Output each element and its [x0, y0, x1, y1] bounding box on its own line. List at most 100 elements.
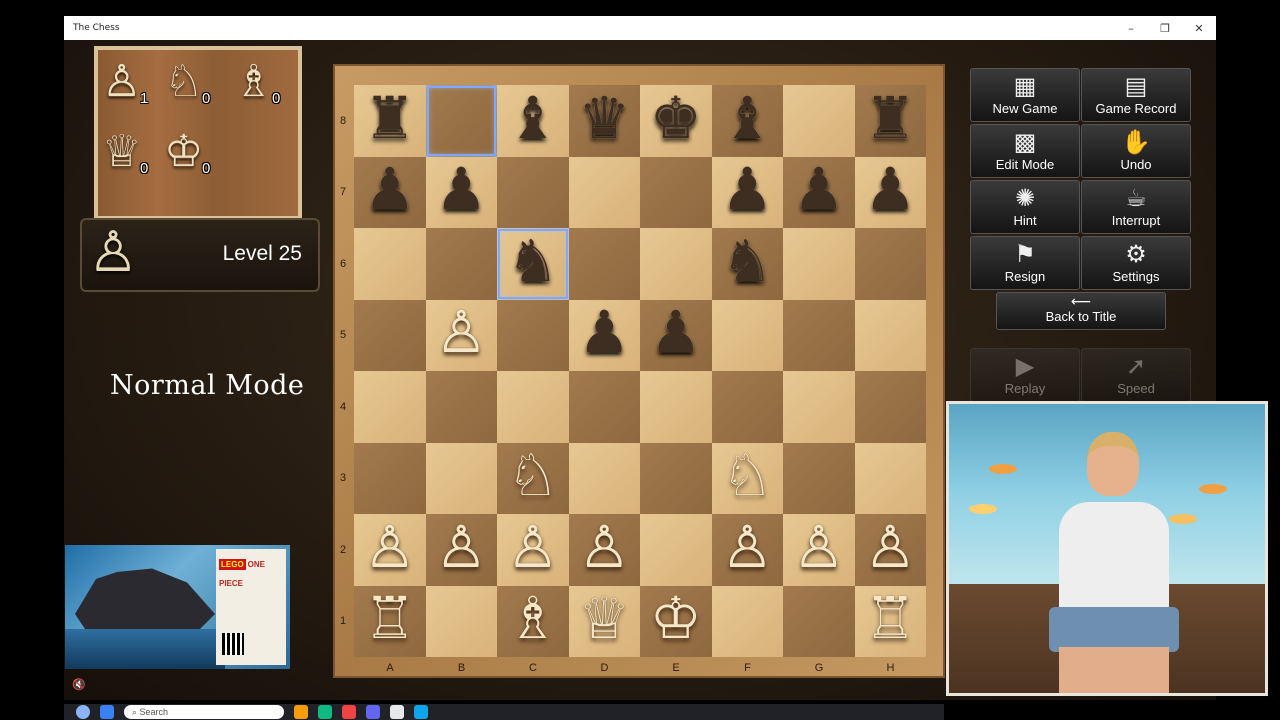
square-g1[interactable]	[783, 585, 855, 657]
square-b2[interactable]: ♙	[425, 514, 497, 586]
app-icon[interactable]	[366, 705, 380, 719]
resign-button[interactable]: ⚑ Resign	[970, 236, 1080, 290]
new-game-button[interactable]: ▦ New Game	[970, 68, 1080, 122]
square-e3[interactable]	[640, 442, 712, 514]
black-piece[interactable]: ♞	[507, 232, 559, 290]
square-b8[interactable]	[425, 85, 497, 157]
settings-button[interactable]: ⚙ Settings	[1081, 236, 1191, 290]
square-c5[interactable]	[497, 299, 569, 371]
square-b6[interactable]	[425, 228, 497, 300]
square-a6[interactable]: 6	[340, 228, 426, 300]
square-f5[interactable]	[711, 299, 783, 371]
square-a3[interactable]: 3	[340, 442, 426, 514]
square-h5[interactable]	[854, 299, 926, 371]
square-h3[interactable]	[854, 442, 926, 514]
interrupt-button[interactable]: ☕ Interrupt	[1081, 180, 1191, 234]
start-orb-icon[interactable]	[76, 705, 90, 719]
square-g8[interactable]	[783, 85, 855, 157]
black-piece[interactable]: ♟	[793, 160, 845, 218]
square-b7[interactable]: ♟	[425, 156, 497, 228]
white-piece[interactable]: ♙	[435, 303, 487, 361]
square-d2[interactable]: ♙	[568, 514, 640, 586]
white-piece[interactable]: ♙	[721, 518, 773, 576]
square-e5[interactable]: ♟	[640, 299, 712, 371]
square-f3[interactable]: ♘	[711, 442, 783, 514]
square-a2[interactable]: ♙ 2	[340, 514, 426, 586]
app-icon[interactable]	[414, 705, 428, 719]
black-piece[interactable]: ♜	[864, 89, 916, 147]
square-f2[interactable]: ♙	[711, 514, 783, 586]
square-g5[interactable]	[783, 299, 855, 371]
back-to-title-button[interactable]: ⟵ Back to Title	[996, 292, 1166, 330]
white-piece[interactable]: ♙	[864, 518, 916, 576]
square-e6[interactable]	[640, 228, 712, 300]
white-piece[interactable]: ♗	[507, 589, 559, 647]
minimize-button[interactable]: –	[1114, 22, 1148, 35]
taskbar-search[interactable]: ⌕ Search	[124, 705, 284, 719]
black-piece[interactable]: ♛	[578, 89, 630, 147]
square-h7[interactable]: ♟	[854, 156, 926, 228]
black-piece[interactable]: ♜	[364, 89, 416, 147]
white-piece[interactable]: ♖	[364, 589, 416, 647]
square-g4[interactable]	[783, 371, 855, 443]
square-f4[interactable]	[711, 371, 783, 443]
black-piece[interactable]: ♟	[435, 160, 487, 218]
white-piece[interactable]: ♙	[793, 518, 845, 576]
edit-mode-button[interactable]: ▩ Edit Mode	[970, 124, 1080, 178]
square-b5[interactable]: ♙	[425, 299, 497, 371]
square-d6[interactable]	[568, 228, 640, 300]
square-c6[interactable]: ♞	[497, 228, 569, 300]
square-a8[interactable]: ♜ 8	[340, 85, 426, 157]
square-f7[interactable]: ♟	[711, 156, 783, 228]
square-e4[interactable]	[640, 371, 712, 443]
white-piece[interactable]: ♙	[364, 518, 416, 576]
square-b1[interactable]	[425, 585, 497, 657]
square-a7[interactable]: ♟ 7	[340, 156, 426, 228]
app-icon[interactable]	[390, 705, 404, 719]
black-piece[interactable]: ♟	[364, 160, 416, 218]
white-piece[interactable]: ♘	[721, 446, 773, 504]
undo-button[interactable]: ✋ Undo	[1081, 124, 1191, 178]
square-d7[interactable]	[568, 156, 640, 228]
white-piece[interactable]: ♘	[507, 446, 559, 504]
square-c3[interactable]: ♘	[497, 442, 569, 514]
square-c8[interactable]: ♝	[497, 85, 569, 157]
square-e1[interactable]: ♔	[640, 585, 712, 657]
maximize-button[interactable]: ❐	[1148, 22, 1182, 35]
square-e8[interactable]: ♚	[640, 85, 712, 157]
black-piece[interactable]: ♟	[650, 303, 702, 361]
square-e2[interactable]	[640, 514, 712, 586]
white-piece[interactable]: ♔	[650, 589, 702, 647]
white-piece[interactable]: ♙	[578, 518, 630, 576]
square-g3[interactable]	[783, 442, 855, 514]
square-a5[interactable]: 5	[340, 299, 426, 371]
square-g6[interactable]	[783, 228, 855, 300]
square-a1[interactable]: ♖ 1	[340, 585, 426, 657]
square-e7[interactable]	[640, 156, 712, 228]
white-piece[interactable]: ♙	[507, 518, 559, 576]
ad-banner[interactable]: LEGO ONE PIECE	[65, 545, 290, 669]
mute-icon[interactable]: 🔇	[72, 678, 86, 691]
white-piece[interactable]: ♙	[435, 518, 487, 576]
white-piece[interactable]: ♖	[864, 589, 916, 647]
hint-button[interactable]: ✺ Hint	[970, 180, 1080, 234]
speed-button[interactable]: ➚ Speed	[1081, 348, 1191, 402]
square-g2[interactable]: ♙	[783, 514, 855, 586]
square-c2[interactable]: ♙	[497, 514, 569, 586]
black-piece[interactable]: ♟	[864, 160, 916, 218]
black-piece[interactable]: ♝	[507, 89, 559, 147]
windows-start-icon[interactable]	[100, 705, 114, 719]
square-h2[interactable]: ♙	[854, 514, 926, 586]
game-record-button[interactable]: ▤ Game Record	[1081, 68, 1191, 122]
square-h4[interactable]	[854, 371, 926, 443]
square-c7[interactable]	[497, 156, 569, 228]
square-f8[interactable]: ♝	[711, 85, 783, 157]
square-h6[interactable]	[854, 228, 926, 300]
file-explorer-icon[interactable]	[294, 705, 308, 719]
square-h1[interactable]: ♖	[854, 585, 926, 657]
square-d8[interactable]: ♛	[568, 85, 640, 157]
square-d5[interactable]: ♟	[568, 299, 640, 371]
square-b4[interactable]	[425, 371, 497, 443]
edge-icon[interactable]	[318, 705, 332, 719]
black-piece[interactable]: ♟	[578, 303, 630, 361]
